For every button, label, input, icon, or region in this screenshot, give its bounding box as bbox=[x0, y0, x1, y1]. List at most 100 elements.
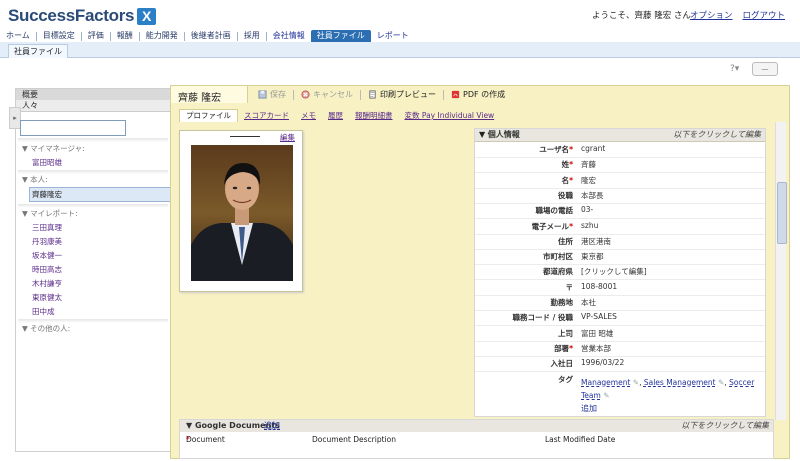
tag-edit-icon[interactable]: ✎ bbox=[601, 391, 609, 400]
create-pdf-button[interactable]: PDF の作成 bbox=[451, 89, 505, 100]
label-text: 〒 bbox=[565, 282, 574, 292]
nav-recruiting[interactable]: 採用 bbox=[238, 30, 266, 42]
nav-compensation[interactable]: 報酬 bbox=[111, 30, 139, 42]
info-row-value[interactable]: 03- bbox=[581, 205, 593, 214]
tab-scorecard[interactable]: スコアカード bbox=[238, 110, 295, 122]
info-row-value[interactable]: 東京都 bbox=[581, 251, 604, 262]
info-row-value[interactable]: 港区港南 bbox=[581, 236, 611, 247]
tab-notes[interactable]: メモ bbox=[295, 110, 322, 122]
photo-edit-link[interactable]: 編集 bbox=[280, 132, 295, 143]
help-icon[interactable]: ?▾ bbox=[730, 64, 748, 76]
info-row-label: 都道府県 bbox=[543, 266, 573, 277]
collapse-icon[interactable]: ▼ bbox=[479, 130, 488, 139]
tab-variable-pay[interactable]: 変数 Pay Individual View bbox=[399, 110, 501, 122]
profile-content: 編集 ▼ 個人情報 以下をクリックして編集 ユーザ名* cgrant 姓* 斉藤… bbox=[171, 122, 771, 420]
tag-link[interactable]: Sales Management bbox=[644, 378, 716, 387]
info-row-label: 役職 bbox=[558, 190, 573, 201]
info-row-value[interactable]: 本社 bbox=[581, 297, 596, 308]
info-row: 市町村区 東京都 bbox=[475, 249, 765, 266]
info-row-label: 住所 bbox=[558, 236, 573, 247]
nav-succession[interactable]: 後継者計画 bbox=[185, 30, 237, 42]
person-link[interactable]: 富田昭雄 bbox=[32, 157, 62, 168]
section-label: マイマネージャ: bbox=[30, 144, 85, 153]
profile-photo[interactable] bbox=[191, 145, 293, 281]
info-row-value[interactable]: szhu bbox=[581, 221, 598, 230]
toolbar-divider bbox=[360, 89, 361, 100]
info-row-label: 市町村区 bbox=[543, 251, 573, 262]
edit-hint: 以下をクリックして編集 bbox=[681, 421, 769, 430]
logout-link[interactable]: ログアウト bbox=[743, 9, 786, 21]
person-link[interactable]: 田中成 bbox=[32, 306, 55, 317]
person-link[interactable]: 三田真理 bbox=[32, 222, 62, 233]
label-text: 市町村区 bbox=[543, 252, 573, 262]
tag-link[interactable]: Management bbox=[581, 378, 630, 387]
collapse-header-button[interactable]: — bbox=[752, 62, 778, 76]
required-marker: * bbox=[569, 175, 573, 185]
info-row-value[interactable]: 隆宏 bbox=[581, 175, 596, 186]
info-row-value[interactable]: cgrant bbox=[581, 144, 605, 153]
info-row-value[interactable]: 営業本部 bbox=[581, 343, 611, 354]
add-tag-link[interactable]: 追加 bbox=[581, 404, 597, 413]
nav-employee-files[interactable]: 社員ファイル bbox=[310, 30, 371, 42]
tab-compensation-statement[interactable]: 報酬明細書 bbox=[349, 110, 399, 122]
column-last-modified[interactable]: Last Modified Date bbox=[545, 435, 615, 444]
person-link[interactable]: 東原健太 bbox=[32, 292, 62, 303]
label-text: 名 bbox=[561, 175, 570, 185]
person-link-selected[interactable]: 齊藤隆宏 bbox=[32, 189, 62, 200]
tab-profile[interactable]: プロファイル bbox=[179, 109, 238, 122]
info-row-value[interactable]: [クリックして編集] bbox=[581, 266, 647, 277]
tab-history[interactable]: 履歴 bbox=[322, 110, 349, 122]
info-row-value[interactable]: 富田 昭雄 bbox=[581, 328, 613, 339]
sidebar-people-label: 人々 bbox=[16, 100, 171, 112]
save-label: 保存 bbox=[270, 90, 286, 99]
info-row: 勤務地 本社 bbox=[475, 295, 765, 311]
required-marker: * bbox=[569, 343, 573, 353]
add-document-link[interactable]: 追加 bbox=[264, 420, 280, 432]
info-row-tags: タグ Management ✎, Sales Management ✎, Socc… bbox=[475, 372, 765, 416]
cancel-label: キャンセル bbox=[313, 90, 353, 99]
person-link[interactable]: 丹羽康美 bbox=[32, 236, 62, 247]
print-preview-button[interactable]: 印刷プレビュー bbox=[368, 89, 436, 100]
personal-info-header[interactable]: ▼ 個人情報 以下をクリックして編集 bbox=[475, 129, 765, 142]
options-link[interactable]: オプション bbox=[690, 9, 733, 21]
nav-home[interactable]: ホーム bbox=[0, 30, 36, 42]
cancel-icon bbox=[301, 90, 310, 99]
person-link[interactable]: 坂本健一 bbox=[32, 250, 62, 261]
collapse-icon[interactable]: ▼ bbox=[186, 421, 195, 430]
info-row-value[interactable]: 108-8001 bbox=[581, 282, 617, 291]
nav-development[interactable]: 能力開発 bbox=[140, 30, 184, 42]
info-row: 部署* 営業本部 bbox=[475, 341, 765, 357]
info-row-value[interactable]: 本部長 bbox=[581, 190, 604, 201]
nav-performance[interactable]: 評価 bbox=[82, 30, 110, 42]
label-text: 役職 bbox=[558, 190, 573, 200]
info-row-value[interactable]: VP-SALES bbox=[581, 312, 617, 321]
person-link[interactable]: 時田高志 bbox=[32, 264, 62, 275]
edit-hint: 以下をクリックして編集 bbox=[673, 130, 761, 139]
nav-reports[interactable]: レポート bbox=[371, 30, 415, 42]
info-row-value[interactable]: 斉藤 bbox=[581, 159, 596, 170]
save-button[interactable]: 保存 bbox=[258, 89, 286, 100]
cancel-button[interactable]: キャンセル bbox=[301, 89, 353, 100]
vertical-scrollbar[interactable] bbox=[775, 122, 787, 420]
section-self[interactable]: ▼ 本人: bbox=[22, 174, 48, 185]
section-my-reports[interactable]: ▼ マイレポート: bbox=[22, 208, 78, 219]
column-description[interactable]: Document Description bbox=[312, 435, 396, 444]
label-text: 部署 bbox=[554, 343, 570, 353]
person-link[interactable]: 木村謙亨 bbox=[32, 278, 62, 289]
section-my-manager[interactable]: ▼ マイマネージャ: bbox=[22, 143, 85, 154]
subnav-tab-employee-files[interactable]: 社員ファイル bbox=[8, 44, 68, 58]
info-row-label: ユーザ名* bbox=[539, 144, 573, 155]
tag-edit-icon[interactable]: ✎ bbox=[716, 378, 724, 387]
nav-company-info[interactable]: 会社情報 bbox=[267, 30, 311, 42]
info-row: 名* 隆宏 bbox=[475, 173, 765, 189]
info-row-value[interactable]: 1996/03/22 bbox=[581, 358, 624, 367]
nav-goals[interactable]: 目標設定 bbox=[37, 30, 81, 42]
section-others[interactable]: ▼ その他の人: bbox=[22, 323, 70, 334]
photo-card: 編集 bbox=[179, 130, 303, 292]
scrollbar-thumb[interactable] bbox=[777, 182, 787, 244]
info-row-label: 勤務地 bbox=[551, 297, 574, 308]
logo[interactable]: SuccessFactors X bbox=[8, 5, 157, 27]
tag-edit-icon[interactable]: ✎ bbox=[630, 378, 639, 387]
people-search-input[interactable] bbox=[20, 120, 126, 136]
info-row-label: 電子メール* bbox=[532, 221, 573, 232]
